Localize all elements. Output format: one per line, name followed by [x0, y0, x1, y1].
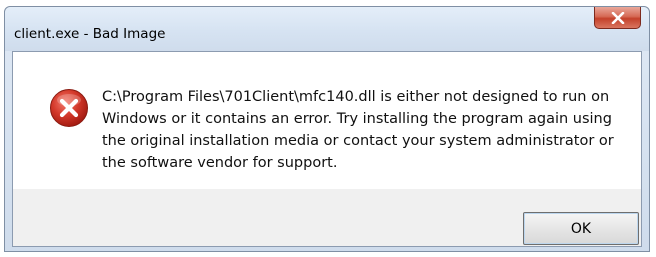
window-title: client.exe - Bad Image: [14, 26, 166, 42]
error-message-line: the software vendor for support.: [102, 155, 338, 171]
error-dialog: client.exe - Bad Image C:\Program Files\…: [4, 6, 650, 252]
error-message-line: Windows or it contains an error. Try ins…: [102, 111, 612, 127]
close-button[interactable]: [594, 7, 641, 29]
error-message-line: the original installation media or conta…: [102, 133, 614, 149]
ok-button[interactable]: OK: [523, 212, 639, 245]
error-icon: [50, 89, 88, 127]
close-icon: [611, 11, 624, 24]
dialog-body: C:\Program Files\701Client\mfc140.dll is…: [12, 51, 642, 247]
error-message-line: C:\Program Files\701Client\mfc140.dll is…: [102, 89, 610, 105]
message-area: C:\Program Files\701Client\mfc140.dll is…: [13, 52, 641, 189]
title-bar[interactable]: client.exe - Bad Image: [5, 7, 649, 51]
error-message: C:\Program Files\701Client\mfc140.dll is…: [102, 86, 622, 174]
